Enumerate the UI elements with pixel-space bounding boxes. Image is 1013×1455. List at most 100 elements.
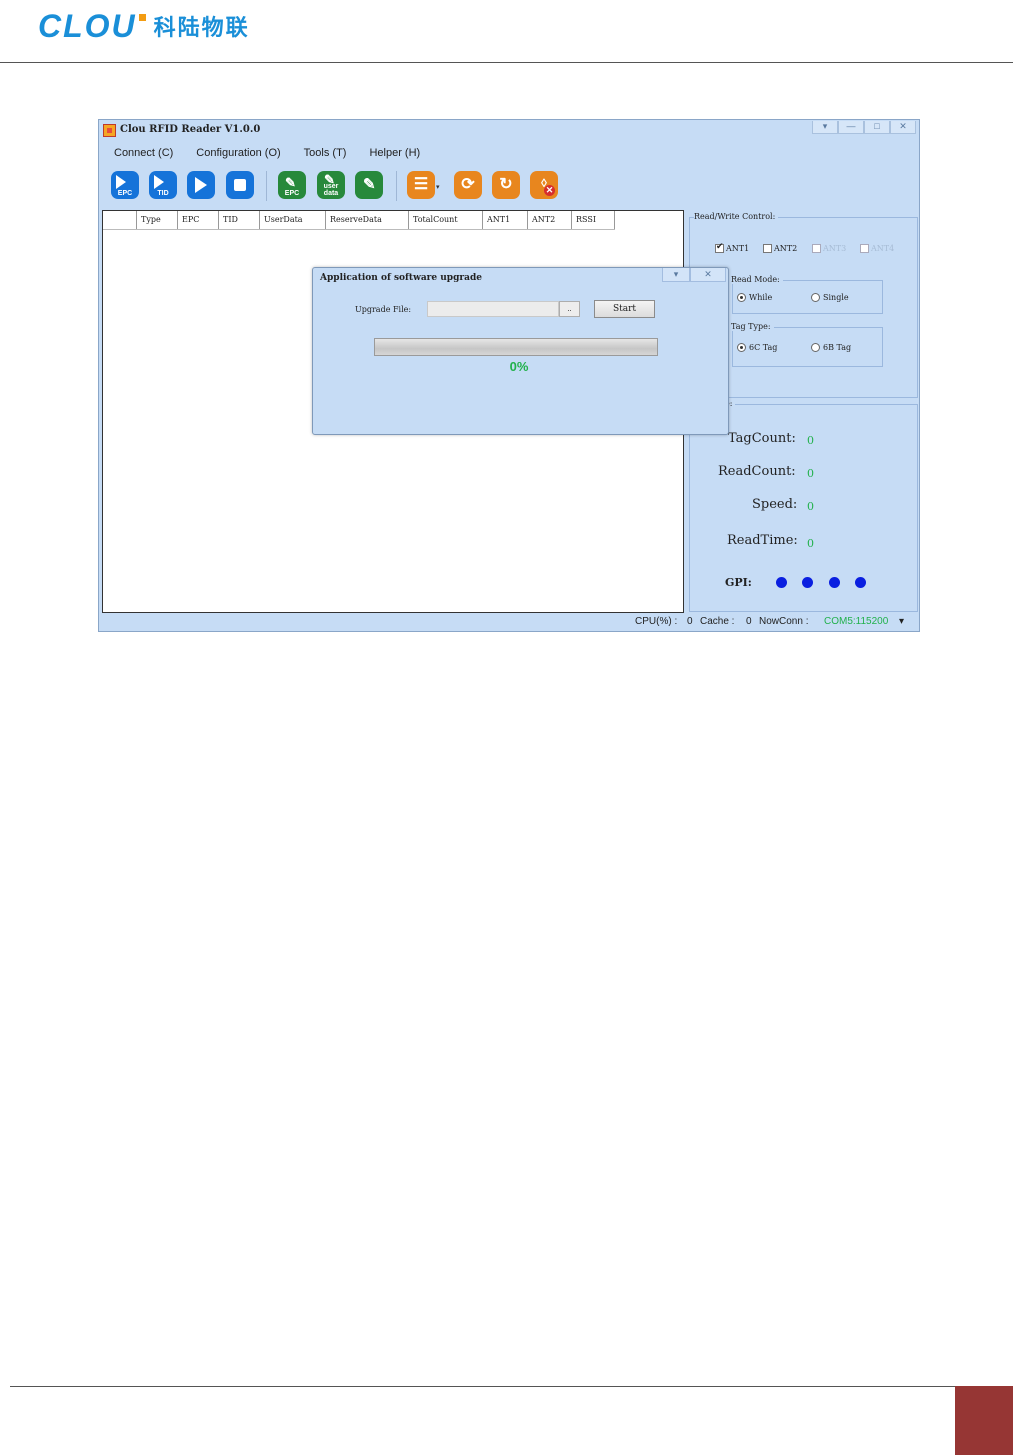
write-userdata-label-line1: user xyxy=(323,183,339,190)
read-epc-button[interactable]: EPC xyxy=(111,171,139,199)
gpi-indicator-2 xyxy=(802,577,813,588)
play-icon xyxy=(154,175,164,189)
play-icon xyxy=(116,175,126,189)
dialog-window-controls: ▾ ✕ xyxy=(662,268,726,282)
read-mode-group: Read Mode: While Single xyxy=(731,275,883,314)
start-read-button[interactable] xyxy=(187,171,215,199)
browse-file-button[interactable]: .. xyxy=(559,301,580,317)
list-icon: ☰ xyxy=(413,176,429,193)
menu-tools[interactable]: Tools (T) xyxy=(296,144,355,162)
write-userdata-button[interactable]: ✎ user data xyxy=(317,171,345,199)
read-mode-title: Read Mode: xyxy=(731,275,783,284)
dialog-close-button[interactable]: ✕ xyxy=(690,268,726,282)
list-menu-button[interactable]: ☰ xyxy=(407,171,435,199)
logo-latin-text: CLOU xyxy=(38,7,137,44)
ant4-checkbox: ANT4 xyxy=(860,244,894,253)
dialog-menu-button[interactable]: ▾ xyxy=(662,268,690,282)
column-header-rssi[interactable]: RSSI xyxy=(572,211,615,229)
toolbar-separator xyxy=(396,171,397,201)
column-header-ant2[interactable]: ANT2 xyxy=(528,211,572,229)
ant2-label: ANT2 xyxy=(774,244,798,253)
radio-selected-icon xyxy=(737,293,746,302)
column-header-userdata[interactable]: UserData xyxy=(260,211,326,229)
write-epc-label: EPC xyxy=(284,190,300,197)
tag-count-value: 0 xyxy=(807,434,814,447)
status-dropdown-caret-icon[interactable]: ▾ xyxy=(899,616,904,627)
read-mode-single-radio[interactable]: Single xyxy=(811,293,849,302)
grid-header: Type EPC TID UserData ReserveData TotalC… xyxy=(103,211,615,230)
upgrade-file-label: Upgrade File: xyxy=(355,305,412,314)
nowconn-value: COM5:115200 xyxy=(824,616,889,627)
menu-configuration[interactable]: Configuration (O) xyxy=(188,144,288,162)
read-tid-button[interactable]: TID xyxy=(149,171,177,199)
ant2-checkbox[interactable]: ANT2 xyxy=(763,244,797,253)
speed-label: Speed: xyxy=(752,497,798,512)
tag-type-title: Tag Type: xyxy=(731,322,774,331)
tag-type-6b-label: 6B Tag xyxy=(823,343,852,352)
ant4-label: ANT4 xyxy=(871,244,895,253)
app-icon xyxy=(103,124,116,137)
checkbox-icon xyxy=(763,244,772,253)
write-userdata-label-line2: data xyxy=(323,190,339,197)
header-divider xyxy=(0,62,1013,63)
title-bar: Clou RFID Reader V1.0.0 ▾ — □ ✕ xyxy=(99,120,919,142)
write-epc-button[interactable]: ✎ EPC xyxy=(278,171,306,199)
read-time-label: ReadTime: xyxy=(727,533,798,548)
column-header-select[interactable] xyxy=(103,211,137,229)
column-header-type[interactable]: Type xyxy=(137,211,178,229)
window-controls: ▾ — □ ✕ xyxy=(812,121,916,134)
edit-button[interactable]: ✎ xyxy=(355,171,383,199)
gpi-indicator-3 xyxy=(829,577,840,588)
clou-logo: CLOU 科陆物联 xyxy=(38,8,250,44)
clear-button[interactable]: ◊ ✕ xyxy=(530,171,558,199)
pencil-icon: ✎ xyxy=(363,176,376,193)
read-count-label: ReadCount: xyxy=(718,464,796,479)
column-header-reservedata[interactable]: ReserveData xyxy=(326,211,409,229)
cpu-value: 0 xyxy=(687,616,693,627)
nowconn-label: NowConn : xyxy=(759,616,809,627)
read-mode-while-label: While xyxy=(749,293,773,302)
tag-type-6c-label: 6C Tag xyxy=(749,343,778,352)
footer-divider xyxy=(10,1386,955,1387)
dropdown-caret-icon[interactable]: ▾ xyxy=(436,183,440,191)
window-menu-button[interactable]: ▾ xyxy=(812,121,838,134)
tag-type-group: Tag Type: 6C Tag 6B Tag xyxy=(731,322,883,367)
page-number-tab xyxy=(955,1386,1013,1455)
ant3-checkbox: ANT3 xyxy=(812,244,846,253)
tag-type-6b-radio[interactable]: 6B Tag xyxy=(811,343,851,352)
gpi-indicator-1 xyxy=(776,577,787,588)
maximize-button[interactable]: □ xyxy=(864,121,890,134)
start-upgrade-button[interactable]: Start xyxy=(594,300,655,318)
radio-icon xyxy=(811,293,820,302)
toolbar: EPC TID ✎ EPC ✎ user data ✎ ☰ ▾ ⟳ ↻ ◊ ✕ xyxy=(109,171,909,201)
upgrade-file-input[interactable] xyxy=(427,301,559,317)
delete-icon: ✕ xyxy=(544,185,555,196)
minimize-button[interactable]: — xyxy=(838,121,864,134)
speed-value: 0 xyxy=(807,500,814,513)
column-header-ant1[interactable]: ANT1 xyxy=(483,211,528,229)
read-epc-label: EPC xyxy=(117,190,133,197)
stop-button[interactable] xyxy=(226,171,254,199)
stop-icon xyxy=(234,179,246,191)
column-header-tid[interactable]: TID xyxy=(219,211,260,229)
window-title: Clou RFID Reader V1.0.0 xyxy=(120,124,261,135)
menu-helper[interactable]: Helper (H) xyxy=(361,144,428,162)
refresh-icon: ⟳ xyxy=(461,176,475,193)
column-header-epc[interactable]: EPC xyxy=(178,211,219,229)
read-mode-while-radio[interactable]: While xyxy=(737,293,772,302)
tag-type-6c-radio[interactable]: 6C Tag xyxy=(737,343,777,352)
logo-chinese-text: 科陆物联 xyxy=(153,16,250,41)
checkbox-icon xyxy=(812,244,821,253)
dialog-title: Application of software upgrade xyxy=(320,273,482,283)
reset-button[interactable]: ↻ xyxy=(492,171,520,199)
ant1-checkbox[interactable]: ANT1 xyxy=(715,242,749,253)
column-header-totalcount[interactable]: TotalCount xyxy=(409,211,483,229)
close-button[interactable]: ✕ xyxy=(890,121,916,134)
checkbox-icon xyxy=(860,244,869,253)
logo-accent-dot xyxy=(138,13,146,21)
refresh-button[interactable]: ⟳ xyxy=(454,171,482,199)
cache-value: 0 xyxy=(746,616,752,627)
menu-connect[interactable]: Connect (C) xyxy=(106,144,181,162)
read-tid-label: TID xyxy=(157,190,169,197)
radio-icon xyxy=(811,343,820,352)
